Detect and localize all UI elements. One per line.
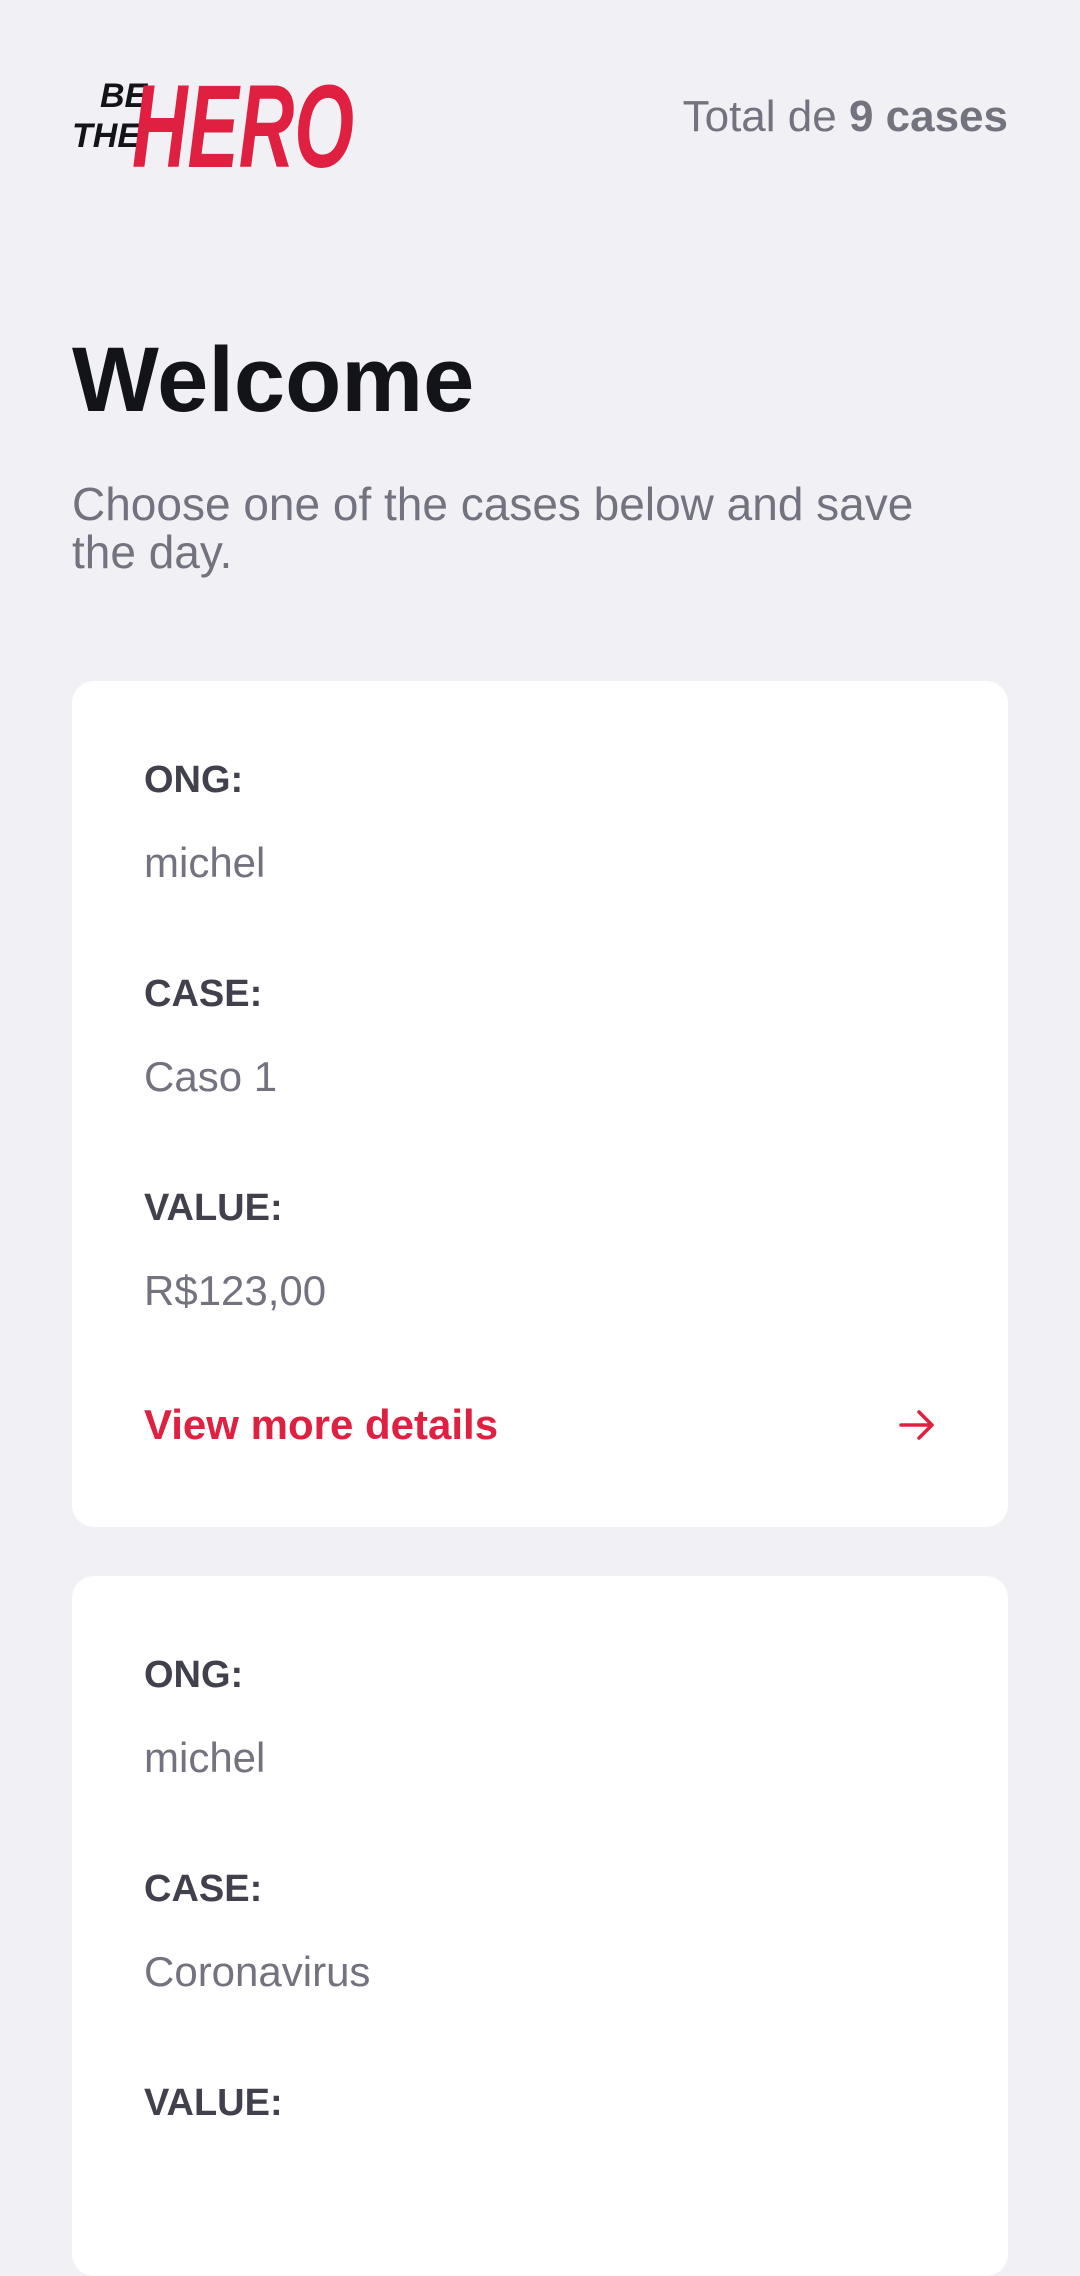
case-value: Coronavirus (144, 1948, 371, 1995)
case-label: CASE: (144, 973, 263, 1015)
total-cases: Total de 9 cases (683, 92, 1008, 142)
incident-card: ONG: michel CASE: Coronavirus VALUE: (72, 1576, 1008, 2276)
page-title: Welcome (72, 329, 475, 431)
total-count: 9 cases (848, 92, 1008, 141)
value-amount: R$123,00 (144, 1267, 327, 1314)
ong-value: michel (144, 839, 266, 886)
total-prefix: Total de (682, 92, 837, 141)
incident-card: ONG: michel CASE: Caso 1 VALUE: R$123,00… (72, 681, 1008, 1527)
ong-label: ONG: (144, 759, 244, 801)
view-details-label: View more details (144, 1401, 499, 1448)
svg-text:HERO: HERO (132, 61, 354, 179)
page-subtitle: Choose one of the cases below and save t… (72, 478, 914, 579)
case-label: CASE: (144, 1868, 263, 1910)
header: BE THE HERO Total de 9 cases (72, 52, 1008, 182)
value-label: VALUE: (144, 2082, 283, 2124)
value-label: VALUE: (144, 1187, 283, 1229)
ong-label: ONG: (144, 1654, 244, 1696)
view-details-button[interactable]: View more details (144, 1395, 936, 1455)
arrow-right-icon (899, 1410, 934, 1440)
case-value: Caso 1 (144, 1053, 278, 1100)
ong-value: michel (144, 1734, 266, 1781)
be-the-hero-logo: BE THE HERO (72, 61, 354, 179)
svg-text:THE: THE (72, 117, 141, 155)
